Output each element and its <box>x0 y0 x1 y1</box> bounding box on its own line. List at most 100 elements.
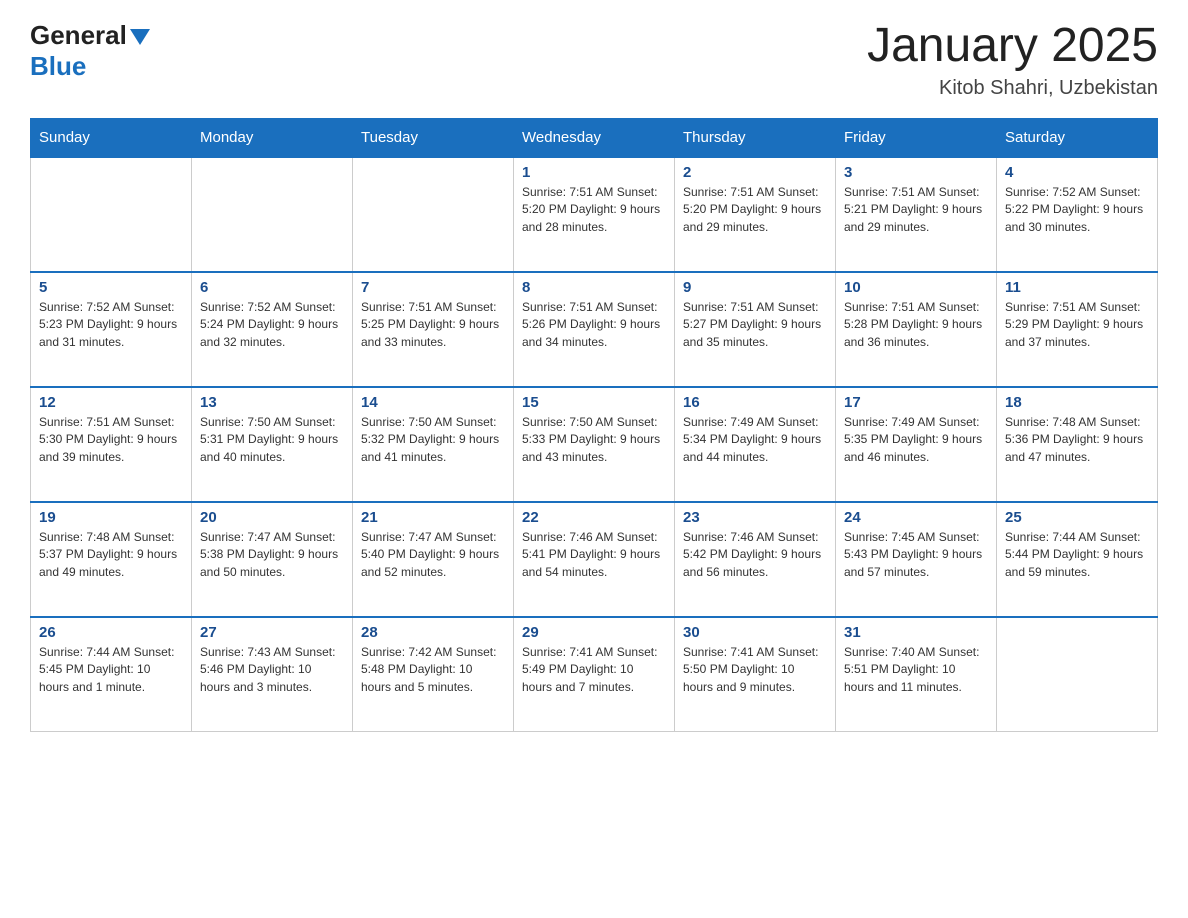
day-info: Sunrise: 7:52 AM Sunset: 5:22 PM Dayligh… <box>1005 184 1149 236</box>
logo-blue-text: Blue <box>30 51 86 81</box>
calendar-cell <box>997 617 1158 732</box>
day-number: 26 <box>39 624 183 641</box>
day-info: Sunrise: 7:51 AM Sunset: 5:28 PM Dayligh… <box>844 299 988 351</box>
day-info: Sunrise: 7:44 AM Sunset: 5:44 PM Dayligh… <box>1005 529 1149 581</box>
day-number: 10 <box>844 279 988 296</box>
calendar-cell: 29 Sunrise: 7:41 AM Sunset: 5:49 PM Dayli… <box>514 617 675 732</box>
weekday-header-tuesday: Tuesday <box>353 118 514 157</box>
day-info: Sunrise: 7:47 AM Sunset: 5:38 PM Dayligh… <box>200 529 344 581</box>
page-subtitle: Kitob Shahri, Uzbekistan <box>867 77 1158 100</box>
day-number: 7 <box>361 279 505 296</box>
logo-general-text: General <box>30 20 127 51</box>
day-number: 22 <box>522 509 666 526</box>
day-number: 11 <box>1005 279 1149 296</box>
calendar-cell: 23 Sunrise: 7:46 AM Sunset: 5:42 PM Dayli… <box>675 502 836 617</box>
calendar-table: SundayMondayTuesdayWednesdayThursdayFrid… <box>30 118 1158 733</box>
day-info: Sunrise: 7:48 AM Sunset: 5:37 PM Dayligh… <box>39 529 183 581</box>
day-info: Sunrise: 7:49 AM Sunset: 5:35 PM Dayligh… <box>844 414 988 466</box>
day-number: 18 <box>1005 394 1149 411</box>
day-number: 13 <box>200 394 344 411</box>
day-number: 9 <box>683 279 827 296</box>
calendar-cell: 22 Sunrise: 7:46 AM Sunset: 5:41 PM Dayli… <box>514 502 675 617</box>
calendar-cell: 19 Sunrise: 7:48 AM Sunset: 5:37 PM Dayli… <box>31 502 192 617</box>
calendar-cell: 27 Sunrise: 7:43 AM Sunset: 5:46 PM Dayli… <box>192 617 353 732</box>
calendar-cell: 7 Sunrise: 7:51 AM Sunset: 5:25 PM Daylig… <box>353 272 514 387</box>
day-number: 8 <box>522 279 666 296</box>
day-number: 20 <box>200 509 344 526</box>
day-number: 1 <box>522 164 666 181</box>
day-number: 19 <box>39 509 183 526</box>
calendar-cell <box>31 157 192 272</box>
calendar-cell: 4Sunrise: 7:52 AM Sunset: 5:22 PM Daylig… <box>997 157 1158 272</box>
day-number: 2 <box>683 164 827 181</box>
weekday-header-wednesday: Wednesday <box>514 118 675 157</box>
calendar-cell: 2Sunrise: 7:51 AM Sunset: 5:20 PM Daylig… <box>675 157 836 272</box>
day-info: Sunrise: 7:51 AM Sunset: 5:20 PM Dayligh… <box>522 184 666 236</box>
day-number: 17 <box>844 394 988 411</box>
logo: General Blue <box>30 20 150 82</box>
day-info: Sunrise: 7:46 AM Sunset: 5:42 PM Dayligh… <box>683 529 827 581</box>
calendar-cell <box>192 157 353 272</box>
calendar-cell: 11 Sunrise: 7:51 AM Sunset: 5:29 PM Dayli… <box>997 272 1158 387</box>
weekday-header-friday: Friday <box>836 118 997 157</box>
calendar-cell: 24 Sunrise: 7:45 AM Sunset: 5:43 PM Dayli… <box>836 502 997 617</box>
day-info: Sunrise: 7:42 AM Sunset: 5:48 PM Dayligh… <box>361 644 505 696</box>
weekday-header-sunday: Sunday <box>31 118 192 157</box>
day-number: 16 <box>683 394 827 411</box>
day-info: Sunrise: 7:45 AM Sunset: 5:43 PM Dayligh… <box>844 529 988 581</box>
day-info: Sunrise: 7:41 AM Sunset: 5:49 PM Dayligh… <box>522 644 666 696</box>
calendar-cell: 17 Sunrise: 7:49 AM Sunset: 5:35 PM Dayli… <box>836 387 997 502</box>
calendar-cell: 6 Sunrise: 7:52 AM Sunset: 5:24 PM Daylig… <box>192 272 353 387</box>
day-number: 30 <box>683 624 827 641</box>
day-info: Sunrise: 7:49 AM Sunset: 5:34 PM Dayligh… <box>683 414 827 466</box>
calendar-cell <box>353 157 514 272</box>
day-info: Sunrise: 7:40 AM Sunset: 5:51 PM Dayligh… <box>844 644 988 696</box>
weekday-header-saturday: Saturday <box>997 118 1158 157</box>
day-info: Sunrise: 7:50 AM Sunset: 5:31 PM Dayligh… <box>200 414 344 466</box>
day-info: Sunrise: 7:51 AM Sunset: 5:29 PM Dayligh… <box>1005 299 1149 351</box>
calendar-cell: 9Sunrise: 7:51 AM Sunset: 5:27 PM Daylig… <box>675 272 836 387</box>
calendar-cell: 14Sunrise: 7:50 AM Sunset: 5:32 PM Dayli… <box>353 387 514 502</box>
day-number: 31 <box>844 624 988 641</box>
title-block: January 2025 Kitob Shahri, Uzbekistan <box>867 20 1158 100</box>
day-number: 25 <box>1005 509 1149 526</box>
weekday-header-thursday: Thursday <box>675 118 836 157</box>
day-info: Sunrise: 7:52 AM Sunset: 5:24 PM Dayligh… <box>200 299 344 351</box>
day-number: 3 <box>844 164 988 181</box>
calendar-cell: 31 Sunrise: 7:40 AM Sunset: 5:51 PM Dayli… <box>836 617 997 732</box>
day-number: 15 <box>522 394 666 411</box>
calendar-cell: 1 Sunrise: 7:51 AM Sunset: 5:20 PM Daylig… <box>514 157 675 272</box>
calendar-cell: 3 Sunrise: 7:51 AM Sunset: 5:21 PM Daylig… <box>836 157 997 272</box>
day-info: Sunrise: 7:51 AM Sunset: 5:21 PM Dayligh… <box>844 184 988 236</box>
calendar-cell: 8 Sunrise: 7:51 AM Sunset: 5:26 PM Daylig… <box>514 272 675 387</box>
day-info: Sunrise: 7:46 AM Sunset: 5:41 PM Dayligh… <box>522 529 666 581</box>
calendar-cell: 5 Sunrise: 7:52 AM Sunset: 5:23 PM Daylig… <box>31 272 192 387</box>
calendar-cell: 12Sunrise: 7:51 AM Sunset: 5:30 PM Dayli… <box>31 387 192 502</box>
day-info: Sunrise: 7:48 AM Sunset: 5:36 PM Dayligh… <box>1005 414 1149 466</box>
weekday-header-monday: Monday <box>192 118 353 157</box>
day-info: Sunrise: 7:43 AM Sunset: 5:46 PM Dayligh… <box>200 644 344 696</box>
day-info: Sunrise: 7:47 AM Sunset: 5:40 PM Dayligh… <box>361 529 505 581</box>
day-info: Sunrise: 7:44 AM Sunset: 5:45 PM Dayligh… <box>39 644 183 696</box>
page-header: General Blue January 2025 Kitob Shahri, … <box>30 20 1158 100</box>
day-number: 27 <box>200 624 344 641</box>
day-number: 24 <box>844 509 988 526</box>
page-title: January 2025 <box>867 20 1158 73</box>
calendar-cell: 15Sunrise: 7:50 AM Sunset: 5:33 PM Dayli… <box>514 387 675 502</box>
day-info: Sunrise: 7:51 AM Sunset: 5:26 PM Dayligh… <box>522 299 666 351</box>
day-info: Sunrise: 7:52 AM Sunset: 5:23 PM Dayligh… <box>39 299 183 351</box>
day-number: 28 <box>361 624 505 641</box>
day-number: 23 <box>683 509 827 526</box>
day-number: 6 <box>200 279 344 296</box>
calendar-cell: 16 Sunrise: 7:49 AM Sunset: 5:34 PM Dayli… <box>675 387 836 502</box>
calendar-cell: 21Sunrise: 7:47 AM Sunset: 5:40 PM Dayli… <box>353 502 514 617</box>
day-number: 29 <box>522 624 666 641</box>
day-info: Sunrise: 7:51 AM Sunset: 5:25 PM Dayligh… <box>361 299 505 351</box>
calendar-cell: 26 Sunrise: 7:44 AM Sunset: 5:45 PM Dayli… <box>31 617 192 732</box>
calendar-cell: 18 Sunrise: 7:48 AM Sunset: 5:36 PM Dayli… <box>997 387 1158 502</box>
day-info: Sunrise: 7:41 AM Sunset: 5:50 PM Dayligh… <box>683 644 827 696</box>
day-number: 12 <box>39 394 183 411</box>
day-number: 14 <box>361 394 505 411</box>
day-number: 5 <box>39 279 183 296</box>
calendar-cell: 30 Sunrise: 7:41 AM Sunset: 5:50 PM Dayli… <box>675 617 836 732</box>
